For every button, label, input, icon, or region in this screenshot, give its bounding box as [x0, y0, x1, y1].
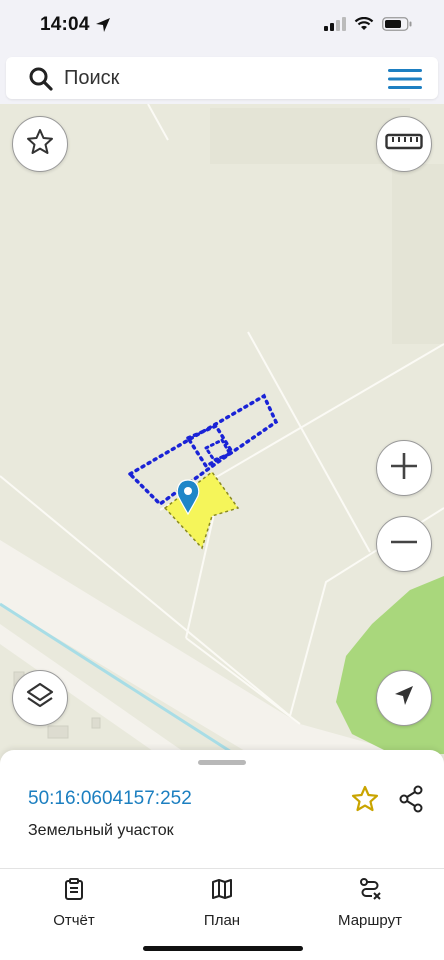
tab-route-label: Маршрут: [338, 912, 402, 929]
favorite-star-icon[interactable]: [350, 784, 380, 819]
tab-plan-label: План: [203, 912, 241, 929]
search-input[interactable]: [64, 63, 364, 93]
selected-parcel[interactable]: [163, 470, 240, 550]
battery-icon: [382, 17, 412, 36]
tab-report-label: Отчёт: [53, 912, 95, 929]
route-icon: [315, 877, 425, 906]
favorite-map-button[interactable]: [12, 116, 68, 172]
tab-report[interactable]: Отчёт: [19, 877, 129, 929]
home-indicator: [143, 946, 303, 951]
tab-route[interactable]: Маршрут: [315, 877, 425, 929]
map-canvas: [0, 104, 444, 784]
search-bar: [6, 57, 438, 99]
building: [47, 725, 69, 739]
locate-me-button[interactable]: [376, 670, 432, 726]
status-time: 14:04: [40, 14, 90, 35]
star-outline-icon: [25, 127, 55, 162]
signal-icon: [324, 17, 346, 36]
report-clipboard-icon: [19, 877, 129, 906]
sheet-grabber[interactable]: [198, 760, 246, 765]
map-plan-icon: [167, 877, 277, 906]
status-icons: [324, 16, 412, 36]
minus-icon: [389, 527, 419, 562]
path: [247, 331, 371, 553]
wifi-icon: [354, 16, 374, 36]
status-bar: 14:04: [0, 0, 444, 54]
building: [91, 717, 101, 729]
layers-icon: [24, 680, 56, 717]
location-arrow-icon: [95, 17, 111, 38]
search-icon[interactable]: [28, 66, 54, 97]
navigation-arrow-icon: [391, 683, 417, 714]
share-icon[interactable]: [396, 784, 426, 819]
object-type: Земельный участок: [28, 822, 174, 839]
ruler-icon: [385, 132, 423, 157]
land-block: [392, 164, 444, 344]
zoom-in-button[interactable]: [376, 440, 432, 496]
ruler-button[interactable]: [376, 116, 432, 172]
hamburger-menu-icon[interactable]: [388, 68, 422, 95]
tab-plan[interactable]: План: [167, 877, 277, 929]
object-info-sheet[interactable]: 50:16:0604157:252 Земельный участок: [0, 750, 444, 868]
path: [147, 104, 169, 141]
plus-icon: [389, 451, 419, 486]
forest-area: [336, 576, 444, 754]
layers-button[interactable]: [12, 670, 68, 726]
cadastral-number[interactable]: 50:16:0604157:252: [28, 788, 192, 810]
map-view[interactable]: [0, 104, 444, 784]
zoom-out-button[interactable]: [376, 516, 432, 572]
